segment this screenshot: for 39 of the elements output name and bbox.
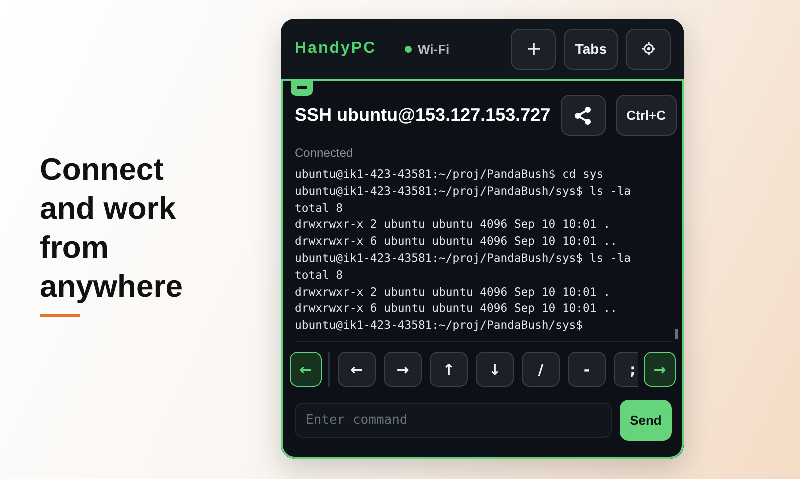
terminal-line: total 8 bbox=[295, 200, 344, 216]
network-label: Wi-Fi bbox=[418, 42, 450, 56]
send-button[interactable]: Send bbox=[620, 400, 672, 441]
connection-status: Connected bbox=[295, 146, 354, 160]
tabs-button[interactable]: Tabs bbox=[564, 28, 618, 70]
terminal-line: drwxrwxr-x 6 ubuntu ubuntu 4096 Sep 10 10:01 .. bbox=[295, 233, 618, 250]
session-title: SSH ubuntu@153.127.153.727 bbox=[295, 105, 551, 126]
key-button[interactable]: ↓ bbox=[476, 352, 514, 387]
plus-icon bbox=[526, 42, 541, 56]
accent-underline bbox=[40, 314, 80, 317]
terminal-line: drwxrwxr-x 2 ubuntu ubuntu 4096 Sep 10 10:01 . bbox=[295, 284, 612, 300]
scroll-left-button[interactable]: ← bbox=[290, 352, 322, 387]
collapse-button[interactable] bbox=[291, 80, 313, 96]
terminal-line: drwxrwxr-x 2 ubuntu ubuntu 4096 Sep 10 10:01 . bbox=[295, 216, 612, 234]
key-button[interactable]: ← bbox=[338, 352, 376, 387]
terminal-line: ubuntu@ik1-423-43581:~/proj/PandaBush/sys$ ls -la bbox=[295, 182, 632, 200]
status-dot bbox=[405, 46, 412, 52]
terminal-line: ubuntu@ik1-423-43581:~/proj/PandaBush/sys$ ls -la bbox=[295, 250, 632, 267]
key-button[interactable]: ; bbox=[614, 352, 638, 387]
key-button[interactable]: → bbox=[384, 352, 422, 387]
add-button[interactable] bbox=[511, 28, 556, 70]
terminal-line: drwxrwxr-x 6 ubuntu ubuntu 4096 Sep 10 10:01 .. bbox=[295, 300, 618, 318]
key-button[interactable]: ↑ bbox=[430, 352, 468, 387]
settings-icon bbox=[642, 42, 656, 56]
key-button[interactable]: / bbox=[522, 352, 560, 387]
command-field[interactable]: Enter command bbox=[295, 403, 612, 438]
headline: Connect and work from anywhere bbox=[40, 151, 184, 306]
app-name: HandyPC bbox=[295, 40, 378, 58]
share-icon bbox=[573, 106, 594, 126]
terminal-line: total 8 bbox=[295, 266, 344, 284]
minus-icon bbox=[297, 86, 307, 90]
scrollbar bbox=[675, 329, 678, 339]
settings-button[interactable] bbox=[626, 28, 671, 70]
share-button[interactable] bbox=[560, 95, 606, 136]
key-button[interactable]: - bbox=[568, 352, 606, 387]
terminal-line: ubuntu@ik1-423-43581:~/proj/PandaBush/sys$ bbox=[295, 317, 584, 334]
terminal-line: ubuntu@ik1-423-43581:~/proj/PandaBush$ cd sys bbox=[295, 166, 605, 183]
scroll-right-button[interactable]: → bbox=[644, 352, 676, 387]
ctrl-c-button[interactable]: Ctrl+C bbox=[616, 95, 678, 136]
